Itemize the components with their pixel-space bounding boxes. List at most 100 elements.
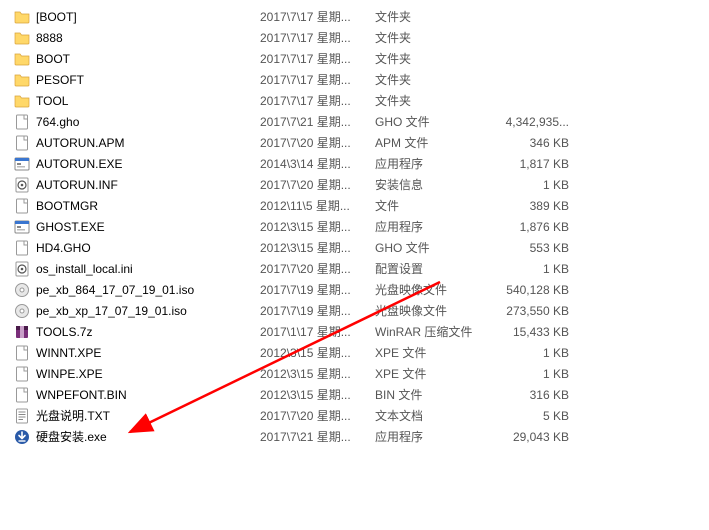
file-row[interactable]: TOOL2017\7\17 星期...文件夹	[0, 90, 709, 111]
file-size: 389 KB	[485, 199, 577, 213]
file-date: 2012\3\15 星期...	[260, 239, 375, 256]
file-type: 文件	[375, 197, 485, 214]
file-name-cell: BOOT	[14, 51, 260, 67]
file-date: 2012\3\15 星期...	[260, 386, 375, 403]
file-row[interactable]: WINNT.XPE2012\3\15 星期...XPE 文件1 KB	[0, 342, 709, 363]
file-name-cell: pe_xb_xp_17_07_19_01.iso	[14, 303, 260, 319]
file-name: WINPE.XPE	[36, 367, 103, 381]
file-type: 应用程序	[375, 428, 485, 445]
file-name-cell: TOOLS.7z	[14, 324, 260, 340]
file-row[interactable]: 764.gho2017\7\21 星期...GHO 文件4,342,935...	[0, 111, 709, 132]
file-name-cell: AUTORUN.INF	[14, 177, 260, 193]
file-row[interactable]: pe_xb_xp_17_07_19_01.iso2017\7\19 星期...光…	[0, 300, 709, 321]
iso-icon	[14, 303, 30, 319]
file-type: XPE 文件	[375, 365, 485, 382]
file-row[interactable]: os_install_local.ini2017\7\20 星期...配置设置1…	[0, 258, 709, 279]
file-row[interactable]: BOOTMGR 2012\11\5 星期...文件389 KB	[0, 195, 709, 216]
folder-icon	[14, 30, 30, 46]
file-type: 安装信息	[375, 176, 485, 193]
file-row[interactable]: WINPE.XPE2012\3\15 星期...XPE 文件1 KB	[0, 363, 709, 384]
file-date: 2017\7\17 星期...	[260, 71, 375, 88]
file-size: 346 KB	[485, 136, 577, 150]
file-name: AUTORUN.EXE	[36, 157, 122, 171]
folder-icon	[14, 51, 30, 67]
file-name: HD4.GHO	[36, 241, 91, 255]
file-icon	[14, 387, 30, 403]
file-size: 15,433 KB	[485, 325, 577, 339]
file-name-cell: AUTORUN.APM	[14, 135, 260, 151]
file-name: 光盘说明.TXT	[36, 407, 110, 424]
file-name: BOOTMGR	[36, 199, 98, 213]
file-name: GHOST.EXE	[36, 220, 105, 234]
file-date: 2017\7\17 星期...	[260, 50, 375, 67]
file-name: PESOFT	[36, 73, 84, 87]
file-date: 2017\7\21 星期...	[260, 428, 375, 445]
iso-icon	[14, 282, 30, 298]
file-date: 2017\7\17 星期...	[260, 29, 375, 46]
file-name-cell: pe_xb_864_17_07_19_01.iso	[14, 282, 260, 298]
file-name-cell: AUTORUN.EXE	[14, 156, 260, 172]
file-name: 硬盘安装.exe	[36, 428, 107, 445]
file-name-cell: WNPEFONT.BIN	[14, 387, 260, 403]
file-date: 2017\7\20 星期...	[260, 407, 375, 424]
file-name-cell: BOOTMGR	[14, 198, 260, 214]
file-size: 1 KB	[485, 367, 577, 381]
file-name: pe_xb_864_17_07_19_01.iso	[36, 283, 194, 297]
file-size: 5 KB	[485, 409, 577, 423]
file-row[interactable]: 光盘说明.TXT2017\7\20 星期...文本文档5 KB	[0, 405, 709, 426]
file-size: 553 KB	[485, 241, 577, 255]
file-type: WinRAR 压缩文件	[375, 323, 485, 340]
file-size: 273,550 KB	[485, 304, 577, 318]
file-row[interactable]: pe_xb_864_17_07_19_01.iso 2017\7\19 星期...…	[0, 279, 709, 300]
file-row[interactable]: PESOFT 2017\7\17 星期...文件夹	[0, 69, 709, 90]
file-type: 文件夹	[375, 29, 485, 46]
file-row[interactable]: AUTORUN.INF2017\7\20 星期...安装信息1 KB	[0, 174, 709, 195]
file-row[interactable]: GHOST.EXE2012\3\15 星期...应用程序1,876 KB	[0, 216, 709, 237]
exe-icon	[14, 219, 30, 235]
file-list: [BOOT]2017\7\17 星期...文件夹88882017\7\17 星期…	[0, 0, 709, 447]
folder-icon	[14, 72, 30, 88]
file-type: 光盘映像文件	[375, 302, 485, 319]
file-type: APM 文件	[375, 134, 485, 151]
file-name: 8888	[36, 31, 63, 45]
file-row[interactable]: BOOT2017\7\17 星期...文件夹	[0, 48, 709, 69]
file-name-cell: [BOOT]	[14, 9, 260, 25]
file-row[interactable]: AUTORUN.APM2017\7\20 星期...APM 文件346 KB	[0, 132, 709, 153]
file-size: 1,817 KB	[485, 157, 577, 171]
file-row[interactable]: WNPEFONT.BIN2012\3\15 星期...BIN 文件316 KB	[0, 384, 709, 405]
file-icon	[14, 114, 30, 130]
file-row[interactable]: [BOOT]2017\7\17 星期...文件夹	[0, 6, 709, 27]
file-date: 2017\7\20 星期...	[260, 176, 375, 193]
file-name-cell: WINNT.XPE	[14, 345, 260, 361]
file-type: GHO 文件	[375, 113, 485, 130]
file-name-cell: 硬盘安装.exe	[14, 428, 260, 445]
file-row[interactable]: AUTORUN.EXE2014\3\14 星期...应用程序1,817 KB	[0, 153, 709, 174]
file-date: 2017\7\20 星期...	[260, 260, 375, 277]
file-row[interactable]: 硬盘安装.exe2017\7\21 星期...应用程序29,043 KB	[0, 426, 709, 447]
file-name: pe_xb_xp_17_07_19_01.iso	[36, 304, 187, 318]
exe-icon	[14, 156, 30, 172]
file-name: 764.gho	[36, 115, 79, 129]
file-type: BIN 文件	[375, 386, 485, 403]
file-icon	[14, 240, 30, 256]
installer-icon	[14, 429, 30, 445]
file-name-cell: PESOFT	[14, 72, 260, 88]
file-row[interactable]: TOOLS.7z2017\1\17 星期...WinRAR 压缩文件15,433…	[0, 321, 709, 342]
file-type: 文件夹	[375, 71, 485, 88]
file-name-cell: 8888	[14, 30, 260, 46]
file-name: os_install_local.ini	[36, 262, 133, 276]
file-row[interactable]: HD4.GHO 2012\3\15 星期...GHO 文件553 KB	[0, 237, 709, 258]
file-row[interactable]: 8888 2017\7\17 星期...文件夹	[0, 27, 709, 48]
file-name-cell: os_install_local.ini	[14, 261, 260, 277]
file-size: 540,128 KB	[485, 283, 577, 297]
file-date: 2014\3\14 星期...	[260, 155, 375, 172]
file-date: 2017\1\17 星期...	[260, 323, 375, 340]
file-date: 2017\7\17 星期...	[260, 8, 375, 25]
file-name-cell: TOOL	[14, 93, 260, 109]
file-name: [BOOT]	[36, 10, 77, 24]
file-date: 2012\11\5 星期...	[260, 197, 375, 214]
file-date: 2017\7\19 星期...	[260, 281, 375, 298]
file-type: GHO 文件	[375, 239, 485, 256]
file-name-cell: GHOST.EXE	[14, 219, 260, 235]
file-size: 1,876 KB	[485, 220, 577, 234]
